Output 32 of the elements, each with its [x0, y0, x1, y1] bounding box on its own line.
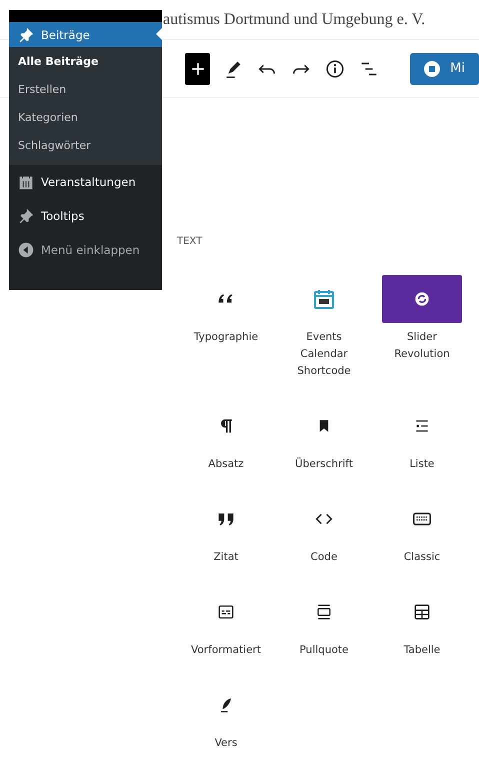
- block-item[interactable]: Tabelle: [373, 588, 471, 659]
- block-item[interactable]: Classic: [373, 495, 471, 566]
- menu-item[interactable]: Kategorien: [9, 103, 162, 131]
- menu-item[interactable]: Alle Beiträge: [9, 47, 162, 75]
- block-item[interactable]: Liste: [373, 402, 471, 473]
- block-item[interactable]: Absatz: [177, 402, 275, 473]
- block-item[interactable]: Zitat: [177, 495, 275, 566]
- logo-icon: [424, 60, 440, 76]
- block-item[interactable]: Typographie: [177, 275, 275, 380]
- block-item[interactable]: Überschrift: [275, 402, 373, 473]
- pushpin-icon: [17, 207, 35, 225]
- block-item[interactable]: Code: [275, 495, 373, 566]
- info-icon[interactable]: [324, 58, 346, 80]
- block-item[interactable]: Events Calendar Shortcode: [275, 275, 373, 380]
- menu-item[interactable]: Veranstaltungen: [9, 165, 162, 199]
- site-title: autismus Dortmund und Umgebung e. V.: [163, 10, 426, 28]
- block-item[interactable]: Pullquote: [275, 588, 373, 659]
- menu-item[interactable]: Beiträge: [9, 22, 162, 47]
- add-block-button[interactable]: [185, 52, 210, 84]
- table-icon: [412, 602, 432, 622]
- block-item[interactable]: Slider Revolution: [373, 275, 471, 380]
- menu-item[interactable]: Schlagwörter: [9, 131, 162, 159]
- menu-item[interactable]: Menü einklappen: [9, 233, 162, 267]
- calendar-icon: [312, 287, 336, 311]
- collapse-icon: [17, 241, 35, 259]
- publish-button[interactable]: Mi: [410, 52, 479, 84]
- menu-item[interactable]: Tooltips: [9, 199, 162, 233]
- block-item[interactable]: Vers: [177, 681, 275, 752]
- pushpin-icon: [17, 26, 35, 44]
- block-item[interactable]: Vorformatiert: [177, 588, 275, 659]
- menu-item[interactable]: Erstellen: [9, 75, 162, 103]
- section-heading: TEXT: [177, 236, 204, 247]
